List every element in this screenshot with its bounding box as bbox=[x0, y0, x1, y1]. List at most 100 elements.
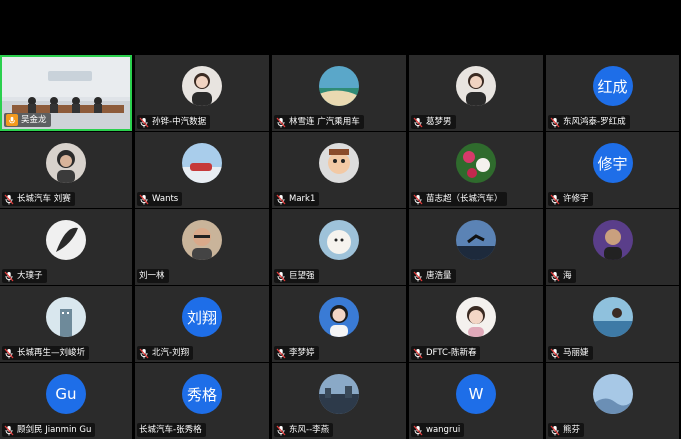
participant-tile[interactable]: Wants bbox=[135, 132, 269, 208]
avatar: 修宇 bbox=[592, 143, 633, 183]
participant-tile[interactable]: 巨望强 bbox=[272, 209, 406, 285]
participant-name-label: 长城汽车-张秀格 bbox=[137, 423, 206, 437]
avatar bbox=[319, 220, 359, 260]
avatar bbox=[182, 220, 222, 260]
participant-name-label: 长城汽车 刘赛 bbox=[2, 192, 75, 206]
participant-tile[interactable]: Gu 顾剑民 Jianmin Gu bbox=[0, 363, 132, 439]
participant-name-label: 唐浩量 bbox=[411, 269, 456, 283]
avatar bbox=[592, 220, 633, 260]
participant-tile[interactable]: 唐浩量 bbox=[409, 209, 543, 285]
participant-tile[interactable]: 长城再生—刘峻圻 bbox=[0, 286, 132, 362]
mic-muted-icon bbox=[4, 425, 14, 435]
participant-tile[interactable]: 刘一林 bbox=[135, 209, 269, 285]
avatar bbox=[456, 297, 496, 337]
participant-tile[interactable]: 葛梦男 bbox=[409, 55, 543, 131]
avatar bbox=[319, 143, 359, 183]
avatar bbox=[456, 220, 496, 260]
participant-tile[interactable]: 秀格 长城汽车-张秀格 bbox=[135, 363, 269, 439]
participant-tile[interactable]: 熊芬 bbox=[546, 363, 679, 439]
participant-tile[interactable]: 长城汽车 刘赛 bbox=[0, 132, 132, 208]
avatar bbox=[46, 220, 86, 260]
mic-muted-icon bbox=[413, 425, 423, 435]
avatar bbox=[46, 143, 86, 183]
avatar bbox=[182, 143, 222, 183]
participant-name: 许修宇 bbox=[563, 194, 589, 204]
participant-name-label: 马丽婕 bbox=[548, 346, 593, 360]
participant-name: 东风--李燕 bbox=[289, 425, 330, 435]
mic-muted-icon bbox=[139, 194, 149, 204]
mic-muted-icon bbox=[276, 348, 286, 358]
mic-muted-icon bbox=[550, 425, 560, 435]
avatar bbox=[319, 297, 359, 337]
participant-name: 东风鸿泰-罗红成 bbox=[563, 117, 626, 127]
participant-name-label: 长城再生—刘峻圻 bbox=[2, 346, 90, 360]
participant-tile[interactable]: 海 bbox=[546, 209, 679, 285]
mic-muted-icon bbox=[4, 194, 14, 204]
participant-name-label: 刘一林 bbox=[137, 269, 169, 283]
participant-name-label: 李梦婷 bbox=[274, 346, 319, 360]
mic-muted-icon bbox=[139, 348, 149, 358]
mic-muted-icon bbox=[550, 348, 560, 358]
participant-tile[interactable]: DFTC-陈新春 bbox=[409, 286, 543, 362]
participant-name: 长城再生—刘峻圻 bbox=[17, 348, 86, 358]
participant-name: 巨望强 bbox=[289, 271, 315, 281]
participant-name-label: 熊芬 bbox=[548, 423, 585, 437]
participant-name-label: 北汽-刘翔 bbox=[137, 346, 194, 360]
participant-name-label: Wants bbox=[137, 192, 183, 206]
participant-name: 长城汽车 刘赛 bbox=[17, 194, 71, 204]
participant-name-label: 顾剑民 Jianmin Gu bbox=[2, 423, 96, 437]
avatar bbox=[456, 66, 496, 106]
participant-tile[interactable]: Mark1 bbox=[272, 132, 406, 208]
participant-tile[interactable]: Wwangrui bbox=[409, 363, 543, 439]
participant-name: DFTC-陈新春 bbox=[426, 348, 477, 358]
participant-name: 海 bbox=[563, 271, 572, 281]
participant-name: 苗志超（长城汽车） bbox=[426, 194, 503, 204]
participant-tile[interactable]: 苗志超（长城汽车） bbox=[409, 132, 543, 208]
mic-active-icon bbox=[6, 114, 18, 126]
participant-name: Wants bbox=[152, 194, 179, 204]
participant-grid: 吴金龙 孙铧-中汽数据 林雪连 广汽乘用车 葛梦男 红成东风鸿泰-罗红成长城汽车 刘赛 W… bbox=[0, 55, 681, 439]
participant-name-label: 东风--李燕 bbox=[274, 423, 334, 437]
mic-muted-icon bbox=[550, 271, 560, 281]
participant-name-label: 东风鸿泰-罗红成 bbox=[548, 115, 630, 129]
participant-name: 北汽-刘翔 bbox=[152, 348, 190, 358]
participant-name-label: DFTC-陈新春 bbox=[411, 346, 481, 360]
participant-name: wangrui bbox=[426, 425, 461, 435]
mic-muted-icon bbox=[413, 348, 423, 358]
participant-tile[interactable]: 东风--李燕 bbox=[272, 363, 406, 439]
participant-name-label: 海 bbox=[548, 269, 576, 283]
avatar: 红成 bbox=[592, 66, 633, 106]
participant-tile[interactable]: 马丽婕 bbox=[546, 286, 679, 362]
participant-tile[interactable]: 刘翔 北汽-刘翔 bbox=[135, 286, 269, 362]
participant-name: 吴金龙 bbox=[21, 115, 47, 125]
avatar: W bbox=[456, 374, 496, 414]
mic-muted-icon bbox=[550, 117, 560, 127]
participant-tile[interactable]: 吴金龙 bbox=[0, 55, 132, 131]
participant-name: 熊芬 bbox=[563, 425, 581, 435]
avatar bbox=[592, 374, 633, 414]
participant-tile[interactable]: 林雪连 广汽乘用车 bbox=[272, 55, 406, 131]
mic-muted-icon bbox=[276, 194, 286, 204]
participant-tile[interactable]: 红成东风鸿泰-罗红成 bbox=[546, 55, 679, 131]
avatar bbox=[319, 374, 359, 414]
participant-tile[interactable]: 大璞子 bbox=[0, 209, 132, 285]
participant-name-label: 葛梦男 bbox=[411, 115, 456, 129]
avatar: Gu bbox=[46, 374, 86, 414]
participant-tile[interactable]: 修宇许修宇 bbox=[546, 132, 679, 208]
mic-muted-icon bbox=[4, 271, 14, 281]
participant-name: 刘一林 bbox=[139, 271, 165, 281]
mic-muted-icon bbox=[276, 425, 286, 435]
mic-muted-icon bbox=[550, 194, 560, 204]
participant-tile[interactable]: 李梦婷 bbox=[272, 286, 406, 362]
mic-muted-icon bbox=[413, 271, 423, 281]
avatar bbox=[319, 66, 359, 106]
participant-name: 葛梦男 bbox=[426, 117, 452, 127]
participant-tile[interactable]: 孙铧-中汽数据 bbox=[135, 55, 269, 131]
participant-name-label: Mark1 bbox=[274, 192, 320, 206]
participant-name: 唐浩量 bbox=[426, 271, 452, 281]
participant-name: 顾剑民 Jianmin Gu bbox=[17, 425, 92, 435]
participant-name-label: 苗志超（长城汽车） bbox=[411, 192, 507, 206]
avatar bbox=[46, 297, 86, 337]
avatar bbox=[182, 66, 222, 106]
participant-name-label: wangrui bbox=[411, 423, 465, 437]
